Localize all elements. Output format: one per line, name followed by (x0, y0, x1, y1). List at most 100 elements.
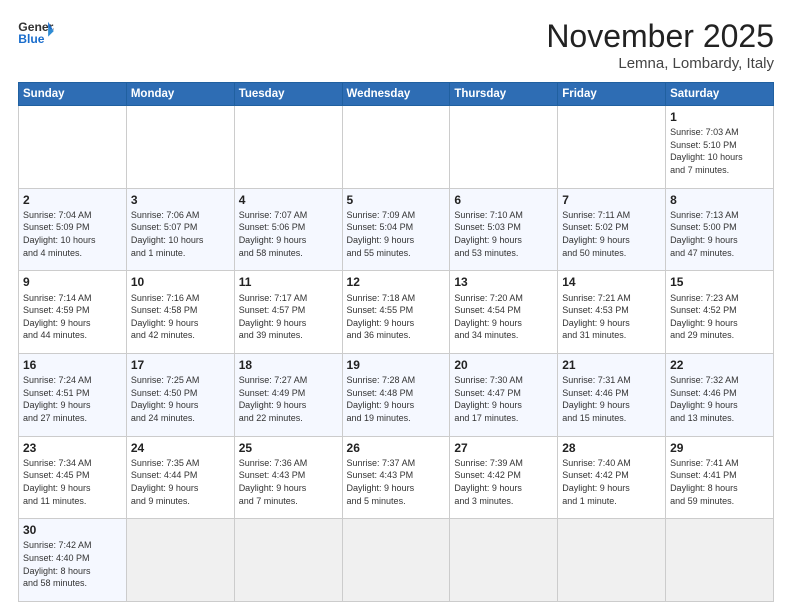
calendar-cell: 5Sunrise: 7:09 AM Sunset: 5:04 PM Daylig… (342, 188, 450, 271)
title-block: November 2025 Lemna, Lombardy, Italy (546, 18, 774, 72)
day-info: Sunrise: 7:07 AM Sunset: 5:06 PM Dayligh… (239, 209, 338, 259)
calendar-cell (126, 106, 234, 189)
week-row-2: 9 Sunrise: 7:14 AM Sunset: 4:59 PM Daylig… (19, 271, 774, 354)
calendar-cell (450, 106, 558, 189)
calendar-cell: 4Sunrise: 7:07 AM Sunset: 5:06 PM Daylig… (234, 188, 342, 271)
weekday-header-monday: Monday (126, 83, 234, 106)
calendar-cell: 2Sunrise: 7:04 AM Sunset: 5:09 PM Daylig… (19, 188, 127, 271)
calendar-cell: 29Sunrise: 7:41 AM Sunset: 4:41 PM Dayli… (666, 436, 774, 519)
day-info: Sunrise: 7:04 AM Sunset: 5:09 PM Dayligh… (23, 209, 122, 259)
calendar-cell: 28Sunrise: 7:40 AM Sunset: 4:42 PM Dayli… (558, 436, 666, 519)
day-number: 5 (347, 192, 446, 208)
day-info: Sunrise: 7:25 AM Sunset: 4:50 PM Dayligh… (131, 374, 230, 424)
day-number: 1 (670, 109, 769, 125)
weekday-header-thursday: Thursday (450, 83, 558, 106)
calendar-cell: 10 Sunrise: 7:16 AM Sunset: 4:58 PM Dayli… (126, 271, 234, 354)
day-number: 2 (23, 192, 122, 208)
day-number: 13 (454, 274, 553, 290)
calendar-cell (558, 519, 666, 602)
month-title: November 2025 (546, 18, 774, 55)
calendar-cell (342, 519, 450, 602)
day-info: Sunrise: 7:39 AM Sunset: 4:42 PM Dayligh… (454, 457, 553, 507)
calendar-cell: 9 Sunrise: 7:14 AM Sunset: 4:59 PM Daylig… (19, 271, 127, 354)
weekday-header-sunday: Sunday (19, 83, 127, 106)
week-row-0: 1Sunrise: 7:03 AM Sunset: 5:10 PM Daylig… (19, 106, 774, 189)
day-number: 15 (670, 274, 769, 290)
day-number: 19 (347, 357, 446, 373)
day-number: 11 (239, 274, 338, 290)
day-number: 22 (670, 357, 769, 373)
calendar-cell (342, 106, 450, 189)
calendar-cell: 24Sunrise: 7:35 AM Sunset: 4:44 PM Dayli… (126, 436, 234, 519)
calendar-cell: 1Sunrise: 7:03 AM Sunset: 5:10 PM Daylig… (666, 106, 774, 189)
day-number: 16 (23, 357, 122, 373)
weekday-header-wednesday: Wednesday (342, 83, 450, 106)
calendar-cell: 30Sunrise: 7:42 AM Sunset: 4:40 PM Dayli… (19, 519, 127, 602)
day-number: 9 (23, 274, 122, 290)
calendar-cell: 19Sunrise: 7:28 AM Sunset: 4:48 PM Dayli… (342, 353, 450, 436)
calendar-cell: 25Sunrise: 7:36 AM Sunset: 4:43 PM Dayli… (234, 436, 342, 519)
day-number: 25 (239, 440, 338, 456)
day-number: 12 (347, 274, 446, 290)
day-number: 7 (562, 192, 661, 208)
day-number: 8 (670, 192, 769, 208)
day-number: 4 (239, 192, 338, 208)
calendar-cell (666, 519, 774, 602)
calendar-cell: 14Sunrise: 7:21 AM Sunset: 4:53 PM Dayli… (558, 271, 666, 354)
day-number: 17 (131, 357, 230, 373)
day-number: 30 (23, 522, 122, 538)
location: Lemna, Lombardy, Italy (546, 55, 774, 72)
day-number: 20 (454, 357, 553, 373)
calendar-cell: 15 Sunrise: 7:23 AM Sunset: 4:52 PM Dayli… (666, 271, 774, 354)
day-info: Sunrise: 7:13 AM Sunset: 5:00 PM Dayligh… (670, 209, 769, 259)
calendar-cell: 17Sunrise: 7:25 AM Sunset: 4:50 PM Dayli… (126, 353, 234, 436)
day-number: 21 (562, 357, 661, 373)
calendar-table: SundayMondayTuesdayWednesdayThursdayFrid… (18, 82, 774, 602)
day-info: Sunrise: 7:10 AM Sunset: 5:03 PM Dayligh… (454, 209, 553, 259)
day-number: 26 (347, 440, 446, 456)
day-number: 10 (131, 274, 230, 290)
logo: General Blue (18, 18, 54, 46)
calendar-cell: 7Sunrise: 7:11 AM Sunset: 5:02 PM Daylig… (558, 188, 666, 271)
day-number: 27 (454, 440, 553, 456)
day-info: Sunrise: 7:28 AM Sunset: 4:48 PM Dayligh… (347, 374, 446, 424)
day-info: Sunrise: 7:42 AM Sunset: 4:40 PM Dayligh… (23, 539, 122, 589)
day-info: Sunrise: 7:18 AM Sunset: 4:55 PM Dayligh… (347, 292, 446, 342)
day-info: Sunrise: 7:27 AM Sunset: 4:49 PM Dayligh… (239, 374, 338, 424)
day-info: Sunrise: 7:30 AM Sunset: 4:47 PM Dayligh… (454, 374, 553, 424)
day-info: Sunrise: 7:41 AM Sunset: 4:41 PM Dayligh… (670, 457, 769, 507)
page: General Blue November 2025 Lemna, Lombar… (0, 0, 792, 612)
day-info: Sunrise: 7:21 AM Sunset: 4:53 PM Dayligh… (562, 292, 661, 342)
day-info: Sunrise: 7:16 AM Sunset: 4:58 PM Dayligh… (131, 292, 230, 342)
day-info: Sunrise: 7:24 AM Sunset: 4:51 PM Dayligh… (23, 374, 122, 424)
day-info: Sunrise: 7:14 AM Sunset: 4:59 PM Dayligh… (23, 292, 122, 342)
calendar-cell: 16Sunrise: 7:24 AM Sunset: 4:51 PM Dayli… (19, 353, 127, 436)
calendar-cell: 26Sunrise: 7:37 AM Sunset: 4:43 PM Dayli… (342, 436, 450, 519)
weekday-header-friday: Friday (558, 83, 666, 106)
day-number: 3 (131, 192, 230, 208)
day-info: Sunrise: 7:34 AM Sunset: 4:45 PM Dayligh… (23, 457, 122, 507)
calendar-cell: 6Sunrise: 7:10 AM Sunset: 5:03 PM Daylig… (450, 188, 558, 271)
day-info: Sunrise: 7:09 AM Sunset: 5:04 PM Dayligh… (347, 209, 446, 259)
day-number: 28 (562, 440, 661, 456)
day-info: Sunrise: 7:06 AM Sunset: 5:07 PM Dayligh… (131, 209, 230, 259)
calendar-cell: 12 Sunrise: 7:18 AM Sunset: 4:55 PM Dayli… (342, 271, 450, 354)
calendar-cell: 27Sunrise: 7:39 AM Sunset: 4:42 PM Dayli… (450, 436, 558, 519)
svg-text:Blue: Blue (18, 32, 45, 46)
day-number: 6 (454, 192, 553, 208)
day-info: Sunrise: 7:37 AM Sunset: 4:43 PM Dayligh… (347, 457, 446, 507)
calendar-cell (450, 519, 558, 602)
day-info: Sunrise: 7:11 AM Sunset: 5:02 PM Dayligh… (562, 209, 661, 259)
day-info: Sunrise: 7:20 AM Sunset: 4:54 PM Dayligh… (454, 292, 553, 342)
calendar-cell: 20Sunrise: 7:30 AM Sunset: 4:47 PM Dayli… (450, 353, 558, 436)
calendar-cell: 18Sunrise: 7:27 AM Sunset: 4:49 PM Dayli… (234, 353, 342, 436)
calendar-cell: 21Sunrise: 7:31 AM Sunset: 4:46 PM Dayli… (558, 353, 666, 436)
weekday-header-tuesday: Tuesday (234, 83, 342, 106)
day-info: Sunrise: 7:17 AM Sunset: 4:57 PM Dayligh… (239, 292, 338, 342)
day-info: Sunrise: 7:31 AM Sunset: 4:46 PM Dayligh… (562, 374, 661, 424)
calendar-cell: 13 Sunrise: 7:20 AM Sunset: 4:54 PM Dayli… (450, 271, 558, 354)
day-info: Sunrise: 7:23 AM Sunset: 4:52 PM Dayligh… (670, 292, 769, 342)
calendar-cell (126, 519, 234, 602)
day-info: Sunrise: 7:36 AM Sunset: 4:43 PM Dayligh… (239, 457, 338, 507)
week-row-1: 2Sunrise: 7:04 AM Sunset: 5:09 PM Daylig… (19, 188, 774, 271)
